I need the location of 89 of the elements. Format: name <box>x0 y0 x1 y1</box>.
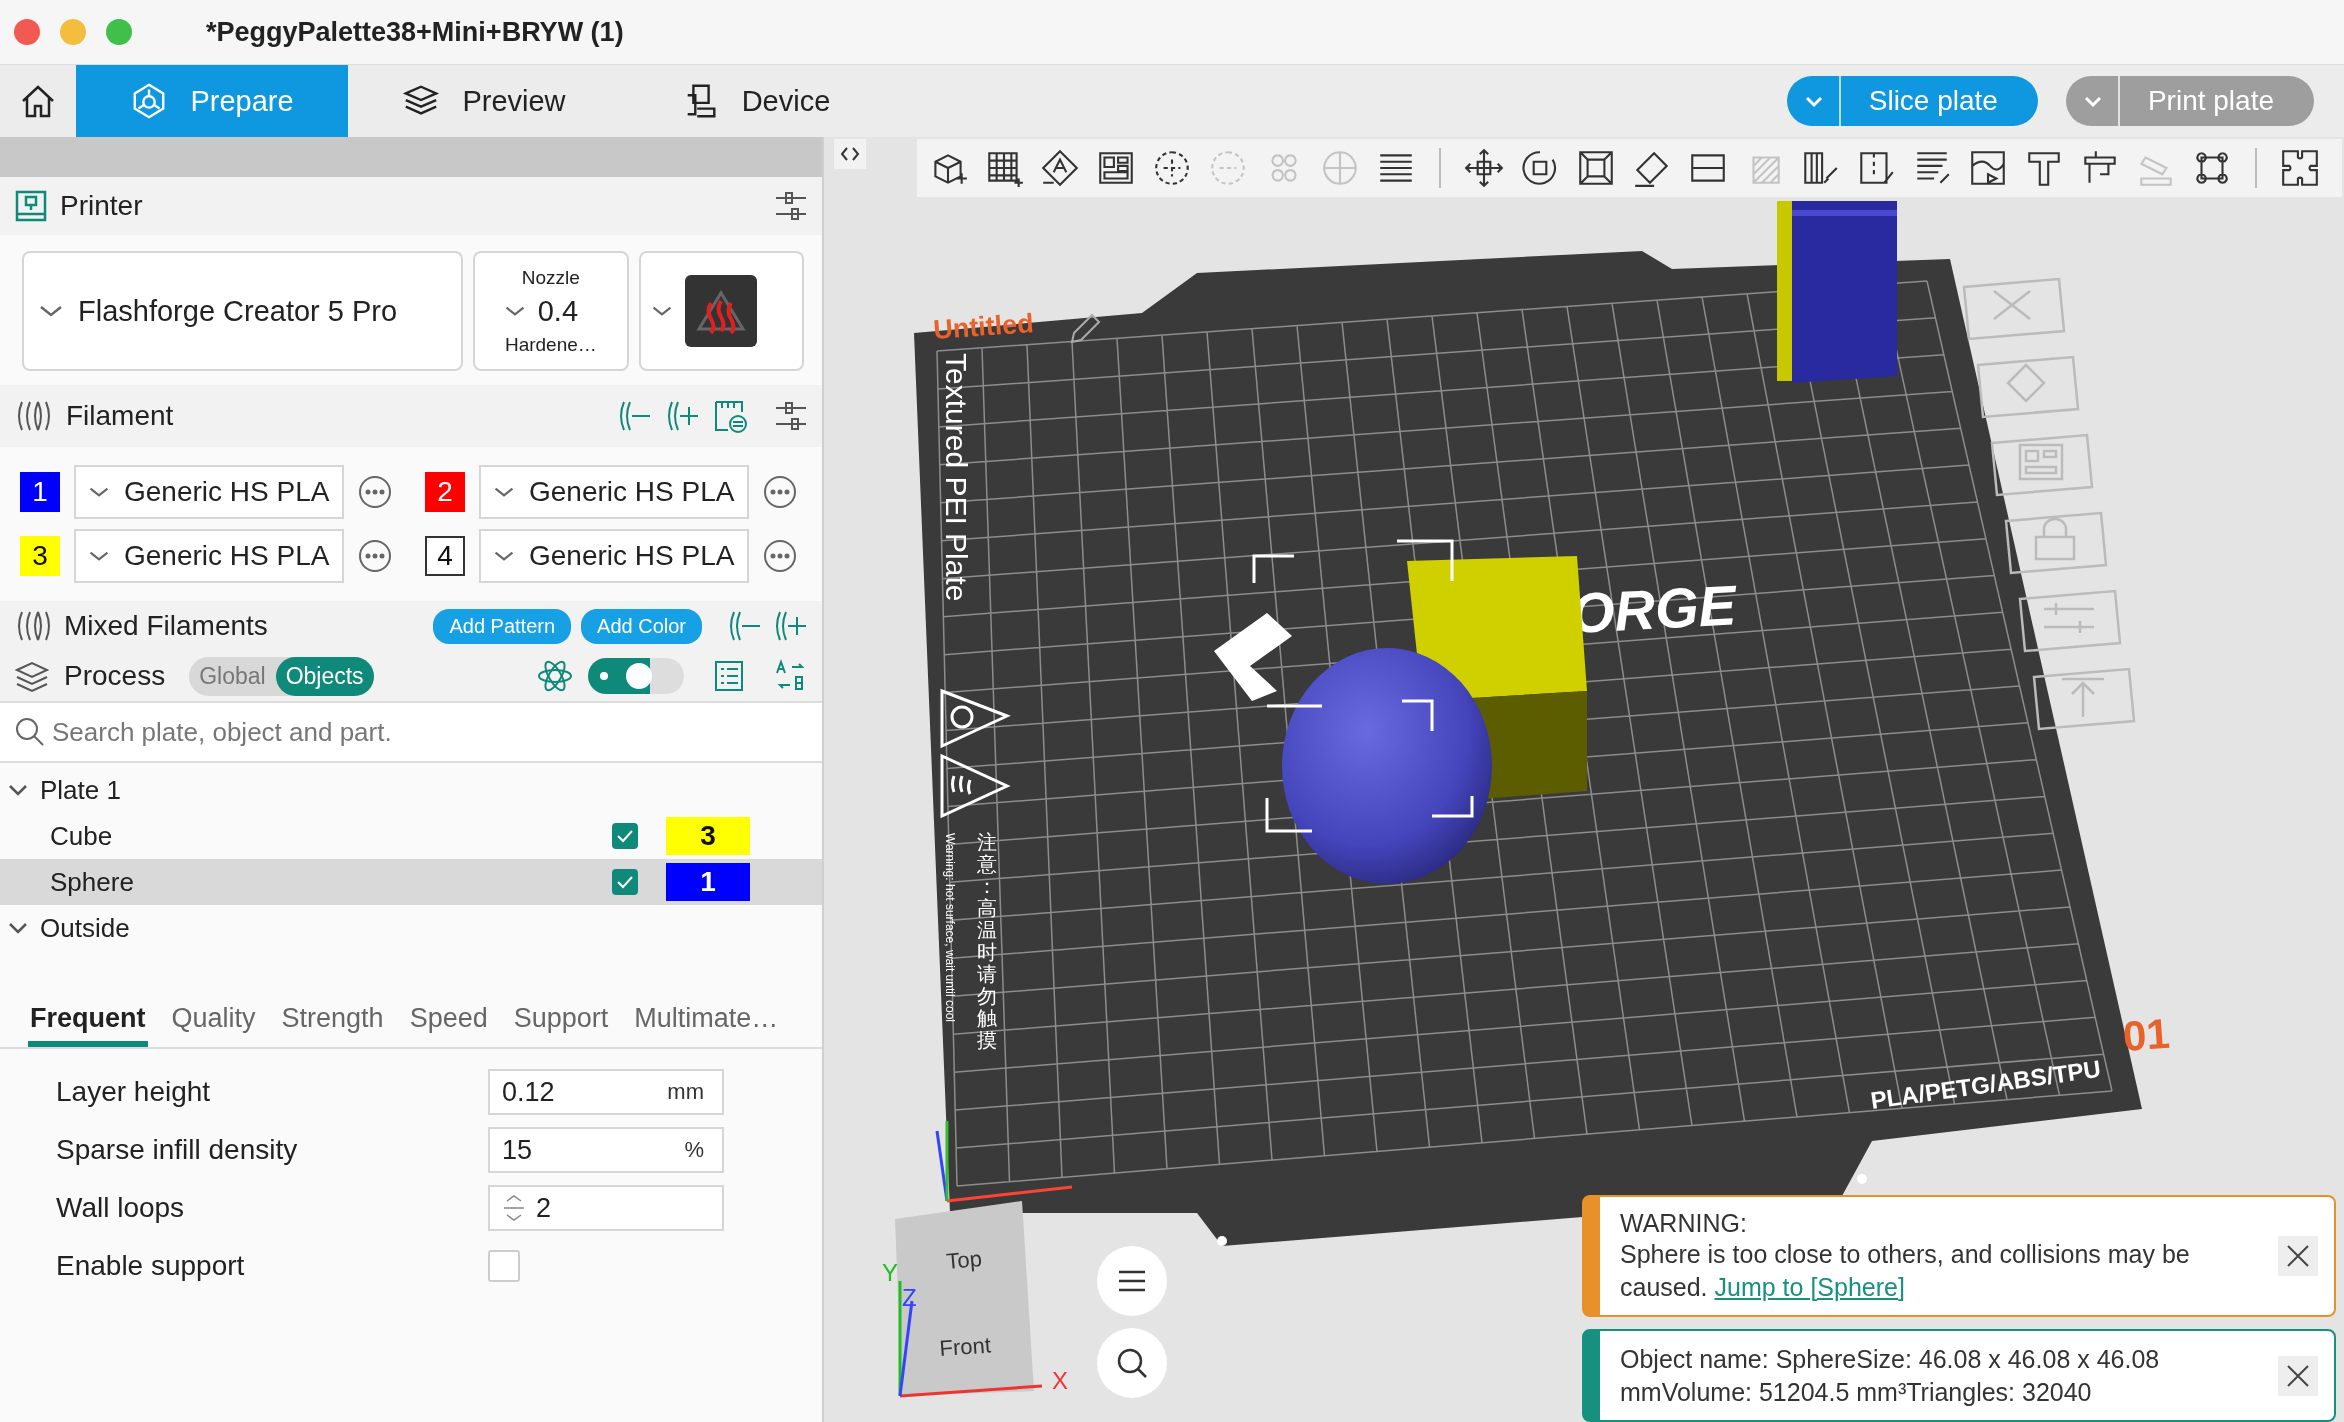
settings-tab[interactable]: Quality <box>169 995 258 1047</box>
axis-label: Z <box>902 1284 917 1311</box>
filament-select[interactable]: Generic HS PLA <box>74 465 344 519</box>
mode-tab[interactable]: Objects <box>275 656 374 696</box>
close-button[interactable] <box>2278 1355 2318 1396</box>
lock-icon[interactable] <box>2004 511 2108 575</box>
object-name: Sphere <box>50 866 134 898</box>
nozzle-select[interactable]: Nozzle 0.4 Hardene… <box>473 251 629 371</box>
tree-item[interactable]: Outside <box>40 912 130 944</box>
setting-label: Sparse infill density <box>56 1134 299 1166</box>
filament-badge[interactable]: 1 <box>666 863 750 901</box>
object-row[interactable]: Cube 3 <box>0 813 822 859</box>
nav-tab[interactable]: Device <box>620 65 892 137</box>
cube-face-label: Top <box>945 1246 983 1274</box>
diamond-icon[interactable] <box>1976 355 2080 419</box>
bed-type-label: Textured PEI Plate <box>940 353 973 602</box>
settings-tab[interactable]: Multimate… <box>632 995 781 1047</box>
spin-field[interactable]: 2 <box>488 1185 724 1231</box>
plate-select[interactable] <box>638 251 804 371</box>
axis-label: Y <box>882 1259 898 1286</box>
plate-number: 01 <box>2121 1009 2172 1060</box>
settings-sliders-icon[interactable] <box>774 399 808 433</box>
puzzle-icon[interactable] <box>2279 147 2321 189</box>
notification-title: WARNING: <box>1620 1209 1748 1238</box>
box-object[interactable] <box>1777 201 1897 383</box>
close-icon <box>2285 1243 2311 1269</box>
jump-link[interactable]: Jump to [Sphere] <box>1714 1272 1905 1301</box>
more-icon[interactable] <box>358 475 392 509</box>
more-icon[interactable] <box>763 539 797 573</box>
settings-sliders-icon[interactable] <box>774 189 808 223</box>
section-title: Mixed Filaments <box>64 610 268 642</box>
object-row[interactable]: Sphere 1 <box>0 859 822 905</box>
setting-label: Wall loops <box>56 1192 186 1224</box>
cube-face-label: Front <box>938 1332 992 1361</box>
collapse-button[interactable] <box>834 139 866 169</box>
sphere-object[interactable] <box>1282 648 1492 884</box>
caution-sign-icon <box>940 688 1011 749</box>
move-icon[interactable] <box>1463 147 1505 189</box>
caution-text: Warning: hot surface, wait until cool <box>943 833 957 1022</box>
settings-tab[interactable]: Support <box>511 995 611 1047</box>
window-title: *PeggyPalette38+Mini+BRYW (1) <box>206 16 624 48</box>
filament-number: 3 <box>20 536 60 576</box>
filament-badge[interactable]: 3 <box>666 817 750 855</box>
setting-field[interactable]: 0.12 mm <box>488 1069 724 1115</box>
printer-icon <box>14 189 48 223</box>
checkbox[interactable] <box>612 869 638 895</box>
search-field[interactable]: Search plate, object and part. <box>0 701 822 763</box>
settings-tab[interactable]: Frequent <box>28 995 148 1047</box>
checkbox[interactable] <box>612 823 638 849</box>
filament-select[interactable]: Generic HS PLA <box>74 529 344 583</box>
heat-warning-icon <box>940 753 1011 819</box>
list-icon[interactable] <box>712 659 746 693</box>
diamond-icon[interactable] <box>1039 147 1081 189</box>
more-icon[interactable] <box>763 475 797 509</box>
search-icon <box>1115 1346 1149 1380</box>
arrow-up-icon[interactable] <box>2032 667 2136 731</box>
object-name: Cube <box>50 820 113 852</box>
setting-field[interactable]: 15 % <box>488 1127 724 1173</box>
layers-icon <box>14 659 50 693</box>
settings-tab[interactable]: Speed <box>407 995 490 1047</box>
settings-tab[interactable]: Strength <box>279 995 386 1047</box>
close-icon <box>2285 1362 2311 1389</box>
filament-number: 4 <box>425 536 465 576</box>
section-title: Process <box>64 660 166 692</box>
sliders-icon[interactable] <box>2018 589 2122 653</box>
filament-number: 1 <box>20 472 60 512</box>
checkbox[interactable] <box>488 1250 520 1282</box>
logo-mark-icon <box>1214 613 1292 701</box>
setting-label: Enable support <box>56 1250 246 1282</box>
notification-message: Object name: SphereSize: 46.08 x 46.08 x 46.08 mmVolume: 51204.5 mm³Triangles: 32040 <box>1620 1344 2161 1408</box>
axis-label: X <box>1052 1367 1068 1394</box>
section-title: Filament <box>66 400 174 432</box>
more-icon[interactable] <box>358 539 392 573</box>
close-button[interactable] <box>2278 1236 2318 1276</box>
filament-number: 2 <box>425 472 465 512</box>
setting-label: Layer height <box>56 1076 212 1108</box>
sync-filament-icon[interactable] <box>712 398 748 434</box>
tree-item[interactable]: Plate 1 <box>40 774 121 806</box>
pencil-icon[interactable] <box>1070 313 1101 344</box>
filament-select[interactable]: Generic HS PLA <box>479 529 749 583</box>
filament-select[interactable]: Generic HS PLA <box>479 465 749 519</box>
close-window-button[interactable] <box>14 19 40 45</box>
caution-text: 注意：高温时请勿触摸 <box>976 830 998 1053</box>
toggle-switch[interactable] <box>588 658 684 694</box>
section-title: Printer <box>60 190 143 222</box>
nav-tab[interactable]: Preview <box>348 65 620 137</box>
printer-select[interactable]: Flashforge Creator 5 Pro <box>22 251 464 371</box>
layout-icon[interactable] <box>1990 433 2094 497</box>
notification-message: Sphere is too close to others, and collisions may be caused. Jump to [Sphere] <box>1620 1239 2191 1303</box>
